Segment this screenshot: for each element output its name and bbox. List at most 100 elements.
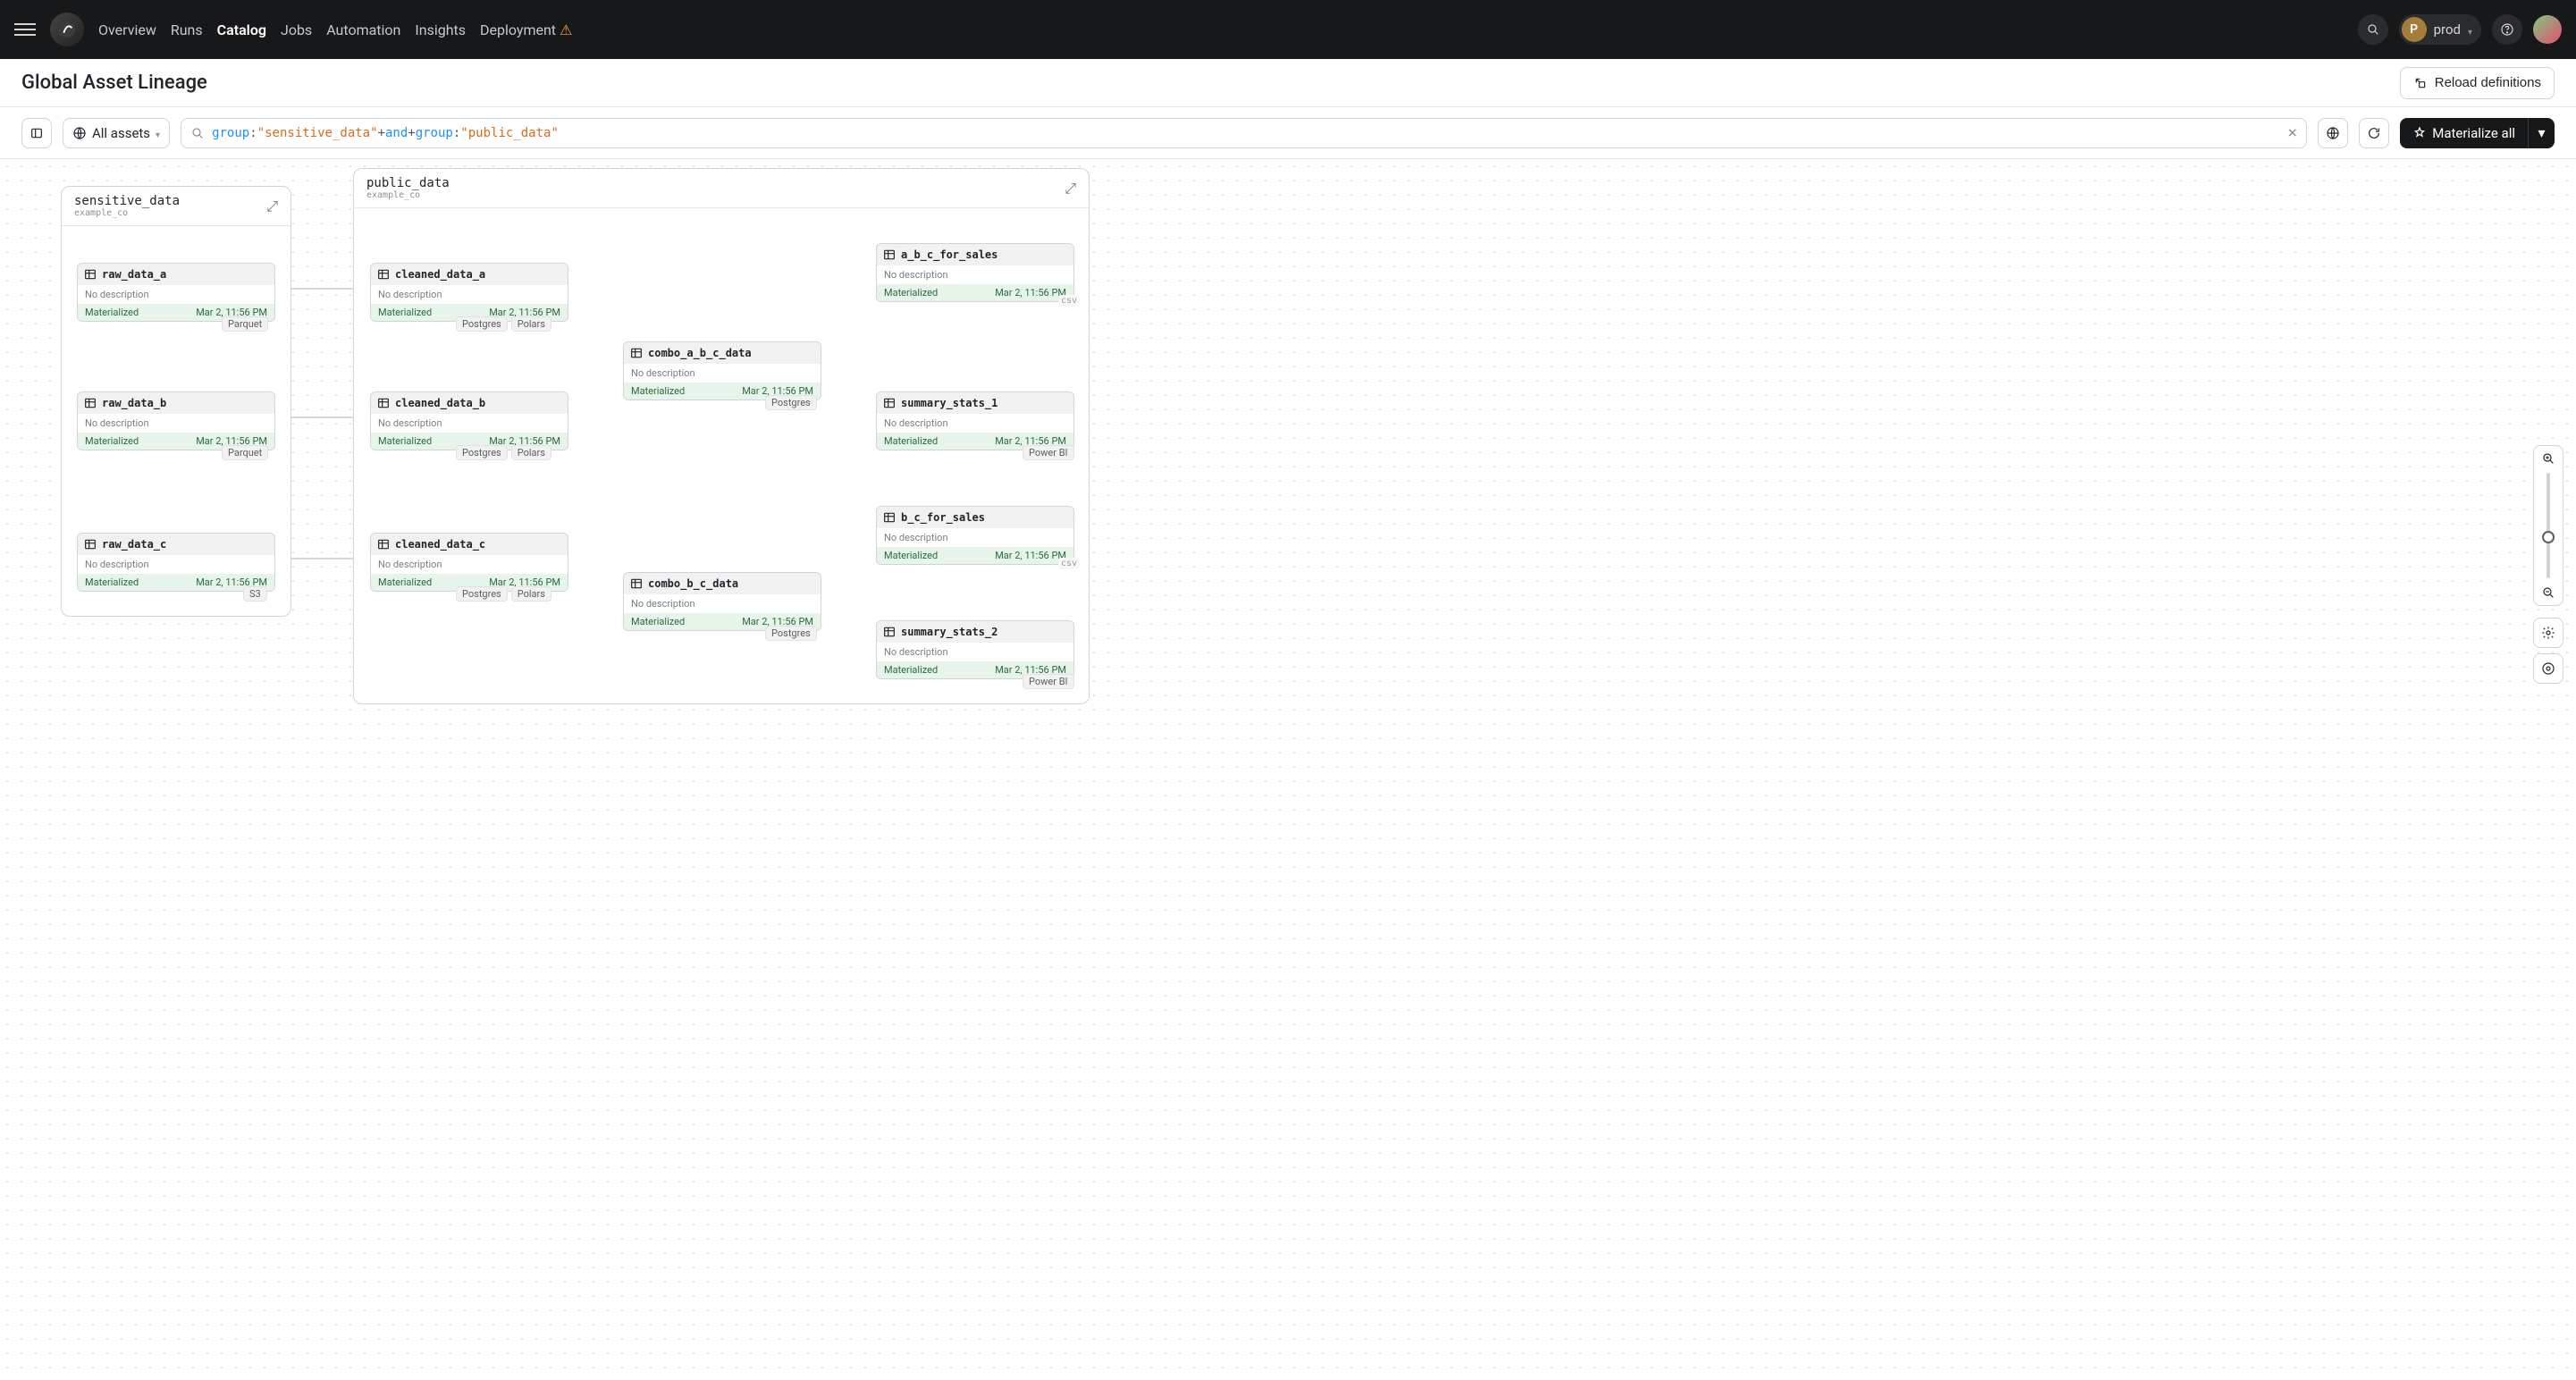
collapse-icon[interactable]: ⤢ xyxy=(1065,180,1076,198)
group-subtitle: example_co xyxy=(366,190,450,200)
zoom-panel xyxy=(2533,445,2563,606)
asset-status: Materialized xyxy=(85,576,139,588)
top-bar: Overview Runs Catalog Jobs Automation Insight… xyxy=(0,0,2576,59)
globe-button[interactable] xyxy=(2318,118,2348,148)
nav-catalog[interactable]: Catalog xyxy=(217,21,266,38)
nav-runs[interactable]: Runs xyxy=(171,21,203,38)
asset-tags: Power BI xyxy=(1023,445,1074,460)
nav-deployment[interactable]: Deployment⚠ xyxy=(480,21,572,38)
asset-name: raw_data_a xyxy=(102,268,166,281)
asset-time: Mar 2, 11:56 PM xyxy=(995,550,1066,561)
zoom-out-icon[interactable] xyxy=(2541,585,2555,600)
canvas-settings-button[interactable] xyxy=(2533,618,2563,648)
table-icon xyxy=(882,396,897,410)
menu-icon[interactable] xyxy=(14,23,36,36)
asset-combo_a_b_c_data[interactable]: combo_a_b_c_dataNo descriptionMaterializ… xyxy=(623,341,821,400)
sidebar-toggle-button[interactable] xyxy=(21,118,52,148)
main-nav: Overview Runs Catalog Jobs Automation Insight… xyxy=(98,21,572,38)
asset-description: No description xyxy=(877,265,1073,284)
clear-search-icon[interactable]: × xyxy=(2287,123,2297,142)
asset-raw_data_a[interactable]: raw_data_aNo descriptionMaterializedMar … xyxy=(77,263,275,322)
asset-name: raw_data_c xyxy=(102,538,166,551)
collapse-icon[interactable]: ⤢ xyxy=(266,198,278,215)
page-header: Global Asset Lineage Reload definitions xyxy=(0,59,2576,107)
asset-name: summary_stats_2 xyxy=(901,626,998,638)
asset-status: Materialized xyxy=(85,307,139,318)
asset-name: raw_data_b xyxy=(102,397,166,409)
asset-name: cleaned_data_b xyxy=(395,397,485,409)
lineage-toolbar: All assets group:"sensitive_data"+ and +… xyxy=(0,107,2576,159)
asset-name: combo_b_c_data xyxy=(648,577,738,590)
asset-a_b_c_for_sales[interactable]: a_b_c_for_salesNo descriptionMaterialize… xyxy=(876,243,1074,302)
nav-insights[interactable]: Insights xyxy=(415,21,466,38)
asset-summary_stats_2[interactable]: summary_stats_2No descriptionMaterialize… xyxy=(876,620,1074,679)
table-icon xyxy=(83,396,97,410)
nav-overview[interactable]: Overview xyxy=(98,21,156,38)
asset-status: Materialized xyxy=(378,435,432,447)
asset-status: Materialized xyxy=(884,435,938,447)
tag-polars: Polars xyxy=(511,445,551,460)
asset-b_c_for_sales[interactable]: b_c_for_salesNo descriptionMaterializedM… xyxy=(876,506,1074,565)
refresh-button[interactable] xyxy=(2359,118,2389,148)
table-icon xyxy=(882,248,897,262)
asset-description: No description xyxy=(877,528,1073,547)
tag-postgres: Postgres xyxy=(765,395,817,410)
user-avatar[interactable] xyxy=(2533,15,2562,44)
asset-tags: PostgresPolars xyxy=(456,586,551,602)
asset-status: Materialized xyxy=(85,435,139,447)
page-title: Global Asset Lineage xyxy=(21,72,207,94)
asset-scope-dropdown[interactable]: All assets xyxy=(63,118,170,148)
asset-name: summary_stats_1 xyxy=(901,397,998,409)
table-icon xyxy=(882,510,897,525)
asset-description: No description xyxy=(371,414,568,433)
tag-parquet: Parquet xyxy=(222,316,268,332)
table-icon xyxy=(376,267,391,282)
asset-description: No description xyxy=(78,414,274,433)
zoom-handle[interactable] xyxy=(2542,531,2555,543)
group-title: public_data xyxy=(366,176,450,190)
asset-tags: Postgres xyxy=(765,626,817,641)
tag-postgres: Postgres xyxy=(456,316,508,332)
search-icon[interactable] xyxy=(2358,14,2388,45)
tag-polars: Polars xyxy=(511,316,551,332)
workspace-badge: P xyxy=(2402,17,2427,42)
asset-description: No description xyxy=(877,643,1073,661)
workspace-switcher[interactable]: P prod xyxy=(2399,14,2481,45)
asset-status: Materialized xyxy=(884,287,938,299)
asset-description: No description xyxy=(624,364,821,383)
asset-status: Materialized xyxy=(631,385,685,397)
asset-tags: PostgresPolars xyxy=(456,316,551,332)
asset-status: Materialized xyxy=(631,616,685,627)
asset-cleaned_data_b[interactable]: cleaned_data_b No description Materialized… xyxy=(370,391,568,450)
table-icon xyxy=(83,267,97,282)
format-badge: csv xyxy=(1058,558,1080,569)
lineage-canvas[interactable]: sensitive_dataexample_co⤢public_dataexam… xyxy=(0,159,2576,1380)
asset-summary_stats_1[interactable]: summary_stats_1No descriptionMaterialize… xyxy=(876,391,1074,450)
warning-icon: ⚠ xyxy=(560,21,572,38)
tag-polars: Polars xyxy=(511,586,551,602)
table-icon xyxy=(376,537,391,551)
materialize-dropdown-button[interactable]: ▾ xyxy=(2528,118,2555,148)
asset-tags: Parquet xyxy=(222,445,268,460)
asset-description: No description xyxy=(371,285,568,304)
app-logo[interactable] xyxy=(50,13,84,46)
table-icon xyxy=(629,576,644,591)
zoom-in-icon[interactable] xyxy=(2541,451,2555,466)
asset-raw_data_c[interactable]: raw_data_cNo descriptionMaterializedMar … xyxy=(77,533,275,592)
nav-jobs[interactable]: Jobs xyxy=(281,21,312,38)
table-icon xyxy=(83,537,97,551)
asset-tags: Postgres xyxy=(765,395,817,410)
asset-status: Materialized xyxy=(378,307,432,318)
asset-cleaned_data_a[interactable]: cleaned_data_aNo descriptionMaterialized… xyxy=(370,263,568,322)
asset-combo_b_c_data[interactable]: combo_b_c_dataNo descriptionMaterialized… xyxy=(623,572,821,631)
asset-raw_data_b[interactable]: raw_data_bNo descriptionMaterializedMar … xyxy=(77,391,275,450)
zoom-slider[interactable] xyxy=(2547,473,2550,578)
lineage-search-input[interactable]: group:"sensitive_data"+ and +group:"publ… xyxy=(181,118,2307,148)
asset-tags: Parquet xyxy=(222,316,268,332)
materialize-all-button[interactable]: Materialize all xyxy=(2400,118,2528,148)
asset-cleaned_data_c[interactable]: cleaned_data_cNo descriptionMaterialized… xyxy=(370,533,568,592)
nav-automation[interactable]: Automation xyxy=(326,21,400,38)
help-icon[interactable] xyxy=(2492,14,2522,45)
canvas-help-button[interactable] xyxy=(2533,653,2563,684)
reload-definitions-button[interactable]: Reload definitions xyxy=(2400,67,2555,99)
